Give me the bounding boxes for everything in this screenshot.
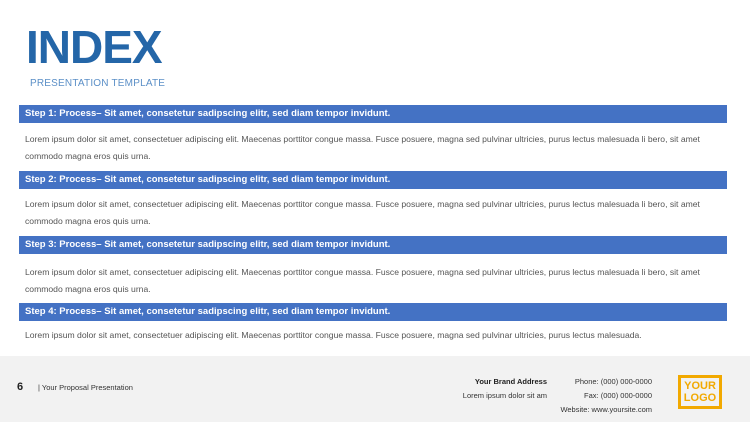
contact-fax: Fax: (000) 000-0000 xyxy=(584,391,652,400)
logo-line-2: LOGO xyxy=(683,392,717,404)
step-1-heading: Step 1: Process– Sit amet, consetetur sa… xyxy=(19,105,727,123)
step-1-body: Lorem ipsum dolor sit amet, consectetuer… xyxy=(25,134,700,161)
brand-name: Your Brand Address xyxy=(474,377,547,386)
step-4-body: Lorem ipsum dolor sit amet, consectetuer… xyxy=(25,330,642,340)
page-number: 6 xyxy=(17,381,24,393)
footer-label: | Your Proposal Presentation xyxy=(38,383,133,392)
contact-phone: Phone: (000) 000-0000 xyxy=(574,377,652,386)
brand-address: Lorem ipsum dolor sit am xyxy=(462,391,547,400)
step-3-body: Lorem ipsum dolor sit amet, consectetuer… xyxy=(25,267,700,294)
page-title: INDEX xyxy=(26,21,163,73)
step-2-body: Lorem ipsum dolor sit amet, consectetuer… xyxy=(25,199,700,226)
step-2-heading: Step 2: Process– Sit amet, consetetur sa… xyxy=(19,171,727,189)
step-3-heading: Step 3: Process– Sit amet, consetetur sa… xyxy=(19,236,727,254)
page-subtitle: PRESENTATION TEMPLATE xyxy=(30,78,166,89)
contact-website[interactable]: Website: www.yoursite.com xyxy=(560,405,652,414)
brand-logo: YOUR LOGO xyxy=(678,375,722,409)
step-4-heading: Step 4: Process– Sit amet, consetetur sa… xyxy=(19,303,727,321)
logo-line-1: YOUR xyxy=(684,380,716,392)
